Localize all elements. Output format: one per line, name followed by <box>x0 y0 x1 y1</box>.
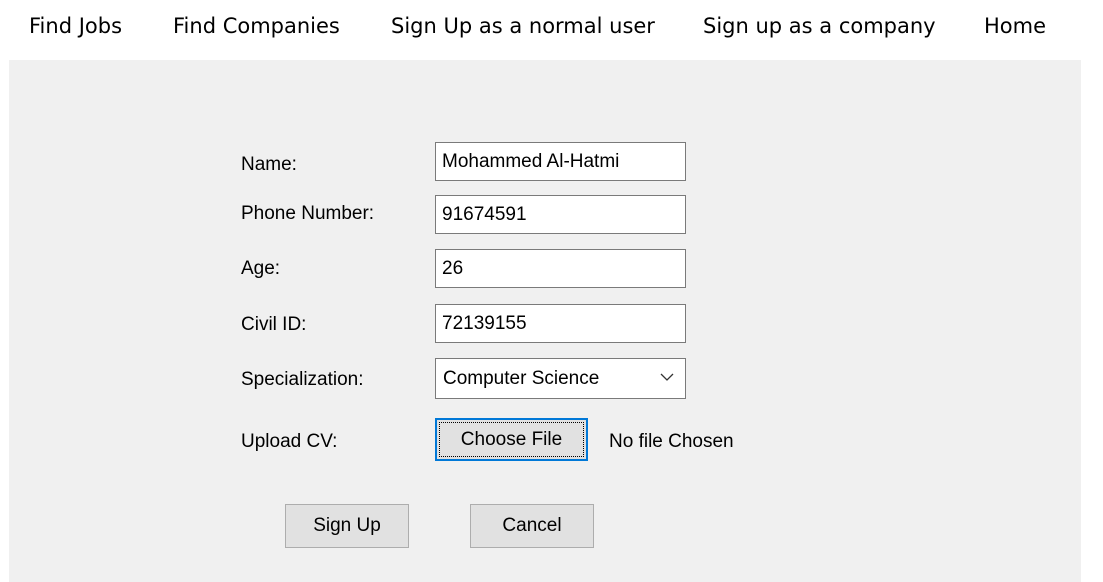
sign-up-label: Sign Up <box>313 515 381 536</box>
menu-signup-user[interactable]: Sign Up as a normal user <box>391 14 655 38</box>
menu-signup-company[interactable]: Sign up as a company <box>703 14 936 38</box>
cancel-button[interactable]: Cancel <box>470 504 594 548</box>
choose-file-button[interactable]: Choose File <box>435 418 588 461</box>
name-label: Name: <box>241 154 297 175</box>
age-label: Age: <box>241 258 281 279</box>
civil-id-label: Civil ID: <box>241 314 307 335</box>
name-field[interactable] <box>435 142 686 181</box>
cancel-label: Cancel <box>502 515 562 536</box>
app-window: Find Jobs Find Companies Sign Up as a no… <box>0 0 1103 582</box>
choose-file-label: Choose File <box>460 428 563 450</box>
menu-home[interactable]: Home <box>984 14 1046 38</box>
menu-bar: Find Jobs Find Companies Sign Up as a no… <box>9 0 1081 60</box>
menu-find-jobs[interactable]: Find Jobs <box>29 14 122 38</box>
phone-label: Phone Number: <box>241 203 375 224</box>
sign-up-button[interactable]: Sign Up <box>285 504 409 548</box>
specialization-value: Computer Science <box>443 368 600 389</box>
specialization-label: Specialization: <box>241 369 364 390</box>
upload-cv-label: Upload CV: <box>241 431 338 452</box>
file-status-text: No file Chosen <box>609 431 734 452</box>
civil-id-field[interactable] <box>435 304 686 343</box>
specialization-select[interactable]: Computer Science <box>435 358 686 399</box>
chevron-down-icon[interactable] <box>659 369 675 385</box>
phone-field[interactable] <box>435 195 686 234</box>
age-field[interactable] <box>435 249 686 288</box>
menu-find-companies[interactable]: Find Companies <box>173 14 340 38</box>
